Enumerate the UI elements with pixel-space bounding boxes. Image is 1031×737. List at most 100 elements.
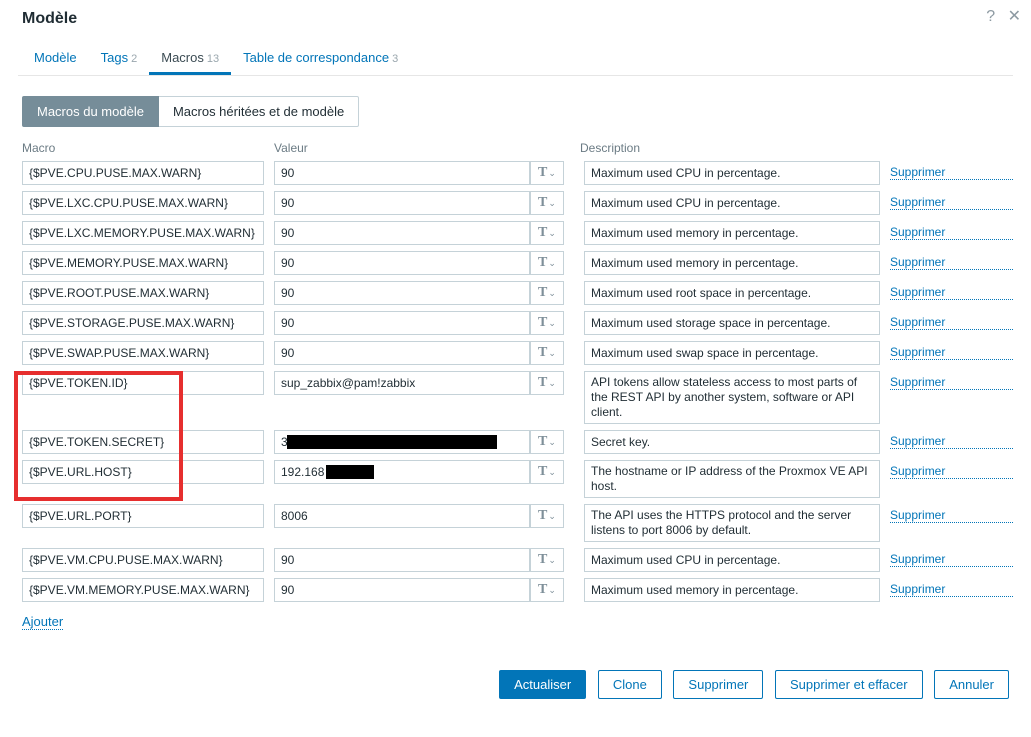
remove-link[interactable]: Supprimer — [890, 225, 1013, 240]
remove-link[interactable]: Supprimer — [890, 552, 1013, 567]
value-type-dropdown[interactable]: T⌄ — [530, 460, 564, 484]
macro-row: T⌄ Maximum used CPU in percentage. Supprim… — [22, 161, 1013, 185]
macro-description[interactable]: Maximum used storage space in percentage… — [584, 311, 880, 335]
macro-value-input[interactable] — [274, 191, 530, 215]
page-title: Modèle — [18, 8, 1013, 42]
tab-modèle[interactable]: Modèle — [22, 42, 89, 75]
macro-description[interactable]: The hostname or IP address of the Proxmo… — [584, 460, 880, 498]
macro-value-input[interactable] — [274, 578, 530, 602]
macro-name-input[interactable] — [22, 341, 264, 365]
delete-button[interactable]: Supprimer — [673, 670, 763, 699]
macro-row: T⌄ Maximum used memory in percentage. Supp… — [22, 221, 1013, 245]
value-type-dropdown[interactable]: T⌄ — [530, 341, 564, 365]
tab-macros[interactable]: Macros13 — [149, 42, 231, 75]
value-type-dropdown[interactable]: T⌄ — [530, 281, 564, 305]
value-type-dropdown[interactable]: T⌄ — [530, 371, 564, 395]
remove-link[interactable]: Supprimer — [890, 255, 1013, 270]
value-type-dropdown[interactable]: T⌄ — [530, 161, 564, 185]
remove-link[interactable]: Supprimer — [890, 195, 1013, 210]
macro-description[interactable]: Maximum used memory in percentage. — [584, 251, 880, 275]
tab-table-de-correspondance[interactable]: Table de correspondance3 — [231, 42, 410, 75]
macro-description[interactable]: Maximum used memory in percentage. — [584, 221, 880, 245]
delete-clear-button[interactable]: Supprimer et effacer — [775, 670, 923, 699]
remove-link[interactable]: Supprimer — [890, 345, 1013, 360]
macro-name-input[interactable] — [22, 311, 264, 335]
macro-value-input[interactable] — [274, 311, 530, 335]
text-type-icon: T — [538, 346, 547, 360]
text-type-icon: T — [538, 286, 547, 300]
macro-description[interactable]: Maximum used root space in percentage. — [584, 281, 880, 305]
macro-value-input[interactable] — [274, 221, 530, 245]
value-type-dropdown[interactable]: T⌄ — [530, 251, 564, 275]
macro-description[interactable]: API tokens allow stateless access to mos… — [584, 371, 880, 424]
macro-value-input[interactable] — [274, 251, 530, 275]
macro-row: T⌄ Secret key. Supprimer — [22, 430, 1013, 454]
chevron-down-icon: ⌄ — [548, 319, 556, 328]
remove-link[interactable]: Supprimer — [890, 375, 1013, 390]
macro-row: T⌄ Maximum used CPU in percentage. Supprim… — [22, 191, 1013, 215]
tab-tags[interactable]: Tags2 — [89, 42, 150, 75]
macro-description[interactable]: Maximum used CPU in percentage. — [584, 191, 880, 215]
remove-link[interactable]: Supprimer — [890, 434, 1013, 449]
value-type-dropdown[interactable]: T⌄ — [530, 191, 564, 215]
macro-row: T⌄ API tokens allow stateless access to m… — [22, 371, 1013, 424]
value-type-dropdown[interactable]: T⌄ — [530, 221, 564, 245]
macro-description[interactable]: The API uses the HTTPS protocol and the … — [584, 504, 880, 542]
add-link[interactable]: Ajouter — [22, 614, 63, 630]
macro-value-input[interactable] — [274, 281, 530, 305]
sub-tabs: Macros du modèleMacros héritées et de mo… — [22, 96, 1013, 127]
close-icon[interactable]: ✕ — [1008, 8, 1021, 25]
text-type-icon: T — [538, 166, 547, 180]
macro-name-input[interactable] — [22, 281, 264, 305]
chevron-down-icon: ⌄ — [548, 586, 556, 595]
text-type-icon: T — [538, 196, 547, 210]
remove-link[interactable]: Supprimer — [890, 464, 1013, 479]
macro-value-input[interactable] — [274, 371, 530, 395]
remove-link[interactable]: Supprimer — [890, 315, 1013, 330]
remove-link[interactable]: Supprimer — [890, 165, 1013, 180]
macro-name-input[interactable] — [22, 578, 264, 602]
macro-name-input[interactable] — [22, 191, 264, 215]
macro-name-input[interactable] — [22, 221, 264, 245]
macro-value-input[interactable] — [274, 548, 530, 572]
macro-value-input[interactable] — [274, 504, 530, 528]
value-type-dropdown[interactable]: T⌄ — [530, 311, 564, 335]
help-icon[interactable]: ? — [986, 8, 995, 25]
macro-name-input[interactable] — [22, 371, 264, 395]
update-button[interactable]: Actualiser — [499, 670, 586, 699]
remove-link[interactable]: Supprimer — [890, 582, 1013, 597]
column-headers: Macro Valeur Description — [22, 141, 1013, 161]
macro-description[interactable]: Maximum used CPU in percentage. — [584, 548, 880, 572]
text-type-icon: T — [538, 583, 547, 597]
macro-value-input[interactable] — [274, 460, 530, 484]
remove-link[interactable]: Supprimer — [890, 285, 1013, 300]
macro-name-input[interactable] — [22, 548, 264, 572]
value-type-dropdown[interactable]: T⌄ — [530, 504, 564, 528]
value-type-dropdown[interactable]: T⌄ — [530, 430, 564, 454]
chevron-down-icon: ⌄ — [548, 199, 556, 208]
macro-description[interactable]: Maximum used CPU in percentage. — [584, 161, 880, 185]
chevron-down-icon: ⌄ — [548, 349, 556, 358]
macro-description[interactable]: Secret key. — [584, 430, 880, 454]
chevron-down-icon: ⌄ — [548, 169, 556, 178]
subtab-macros-héritées-et-de-modèle[interactable]: Macros héritées et de modèle — [159, 96, 359, 127]
text-type-icon: T — [538, 226, 547, 240]
macro-name-input[interactable] — [22, 161, 264, 185]
clone-button[interactable]: Clone — [598, 670, 662, 699]
value-type-dropdown[interactable]: T⌄ — [530, 548, 564, 572]
macro-name-input[interactable] — [22, 460, 264, 484]
macro-name-input[interactable] — [22, 504, 264, 528]
macro-row: T⌄ The hostname or IP address of the Prox… — [22, 460, 1013, 498]
value-type-dropdown[interactable]: T⌄ — [530, 578, 564, 602]
macro-description[interactable]: Maximum used swap space in percentage. — [584, 341, 880, 365]
cancel-button[interactable]: Annuler — [934, 670, 1009, 699]
macro-description[interactable]: Maximum used memory in percentage. — [584, 578, 880, 602]
remove-link[interactable]: Supprimer — [890, 508, 1013, 523]
subtab-macros-du-modèle[interactable]: Macros du modèle — [22, 96, 159, 127]
macro-name-input[interactable] — [22, 430, 264, 454]
macro-value-input[interactable] — [274, 161, 530, 185]
text-type-icon: T — [538, 435, 547, 449]
macro-value-input[interactable] — [274, 341, 530, 365]
macro-name-input[interactable] — [22, 251, 264, 275]
macro-row: T⌄ Maximum used memory in percentage. Supp… — [22, 578, 1013, 602]
